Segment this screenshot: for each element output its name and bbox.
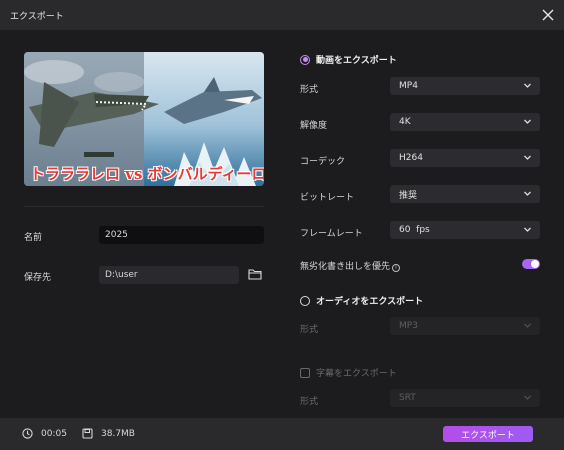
duration-value: 00:05: [41, 428, 67, 439]
clock-icon: [22, 428, 33, 439]
info-icon[interactable]: i: [392, 264, 401, 272]
subtitle-format-value: SRT: [399, 393, 416, 403]
left-panel: トラララレロ vs ボンバルディーロ 名前 2025 保存先 D:\user: [0, 30, 287, 418]
framerate-value: 60 fps: [399, 225, 430, 235]
footer-bar: 00:05 38.7MB エクスポート: [0, 418, 564, 450]
audio-format-label: 形式: [300, 325, 319, 335]
format-value: MP4: [399, 81, 418, 91]
subtitle-export-option[interactable]: 字幕をエクスポート: [300, 366, 397, 379]
format-select[interactable]: MP4: [390, 77, 540, 95]
divider: [24, 206, 264, 207]
audio-radio[interactable]: [300, 295, 310, 306]
audio-format-select[interactable]: MP3: [390, 317, 540, 335]
chevron-down-icon: [524, 191, 531, 196]
name-label: 名前: [24, 233, 43, 243]
codec-select[interactable]: H264: [390, 149, 540, 167]
resolution-label: 解像度: [300, 121, 328, 131]
title-bar: エクスポート: [0, 0, 564, 30]
resolution-value: 4K: [399, 117, 411, 127]
video-thumbnail: トラララレロ vs ボンバルディーロ: [24, 52, 264, 186]
audio-export-option[interactable]: オーディオをエクスポート: [300, 294, 423, 307]
lossless-toggle[interactable]: [522, 259, 540, 269]
chevron-down-icon: [524, 227, 531, 232]
lossless-label: 無劣化書き出しを優先 i: [300, 259, 401, 272]
save-path-input[interactable]: D:\user: [99, 266, 239, 284]
save-location-label: 保存先: [24, 273, 52, 283]
right-panel: 動画をエクスポート 形式 MP4 解像度 4K コーデック H264 ビットレー…: [287, 30, 564, 418]
codec-value: H264: [399, 153, 423, 163]
chevron-down-icon: [524, 155, 531, 160]
framerate-label: フレームレート: [300, 229, 363, 239]
audio-format-value: MP3: [399, 321, 418, 331]
video-export-option[interactable]: 動画をエクスポート: [300, 53, 397, 66]
video-section-title: 動画をエクスポート: [316, 56, 397, 66]
browse-folder-button[interactable]: [248, 268, 262, 280]
chevron-down-icon: [524, 83, 531, 88]
subtitle-section-title: 字幕をエクスポート: [316, 369, 397, 379]
window-title: エクスポート: [10, 11, 64, 22]
close-button[interactable]: [538, 5, 558, 25]
framerate-select[interactable]: 60 fps: [390, 221, 540, 239]
lossless-label-text: 無劣化書き出しを優先: [300, 262, 391, 272]
chevron-down-icon: [524, 119, 531, 124]
resolution-select[interactable]: 4K: [390, 113, 540, 131]
codec-label: コーデック: [300, 157, 346, 167]
thumbnail-caption: トラララレロ vs ボンバルディーロ: [30, 165, 264, 183]
size-stat: 38.7MB: [82, 428, 135, 439]
duration-stat: 00:05: [22, 428, 67, 439]
subtitle-format-label: 形式: [300, 397, 319, 407]
close-icon: [542, 9, 554, 21]
format-label: 形式: [300, 85, 319, 95]
save-disk-icon: [82, 428, 93, 439]
chevron-down-icon: [524, 395, 531, 400]
folder-icon: [248, 269, 262, 280]
subtitle-format-select[interactable]: SRT: [390, 389, 540, 407]
subtitle-checkbox[interactable]: [300, 367, 310, 378]
bitrate-value: 推奨: [399, 190, 418, 201]
audio-section-title: オーディオをエクスポート: [316, 297, 424, 307]
bitrate-select[interactable]: 推奨: [390, 185, 540, 203]
export-button[interactable]: エクスポート: [443, 426, 533, 442]
bitrate-label: ビットレート: [300, 193, 355, 203]
video-radio[interactable]: [300, 54, 310, 65]
size-value: 38.7MB: [101, 428, 135, 439]
name-input[interactable]: 2025: [99, 226, 264, 244]
chevron-down-icon: [524, 323, 531, 328]
